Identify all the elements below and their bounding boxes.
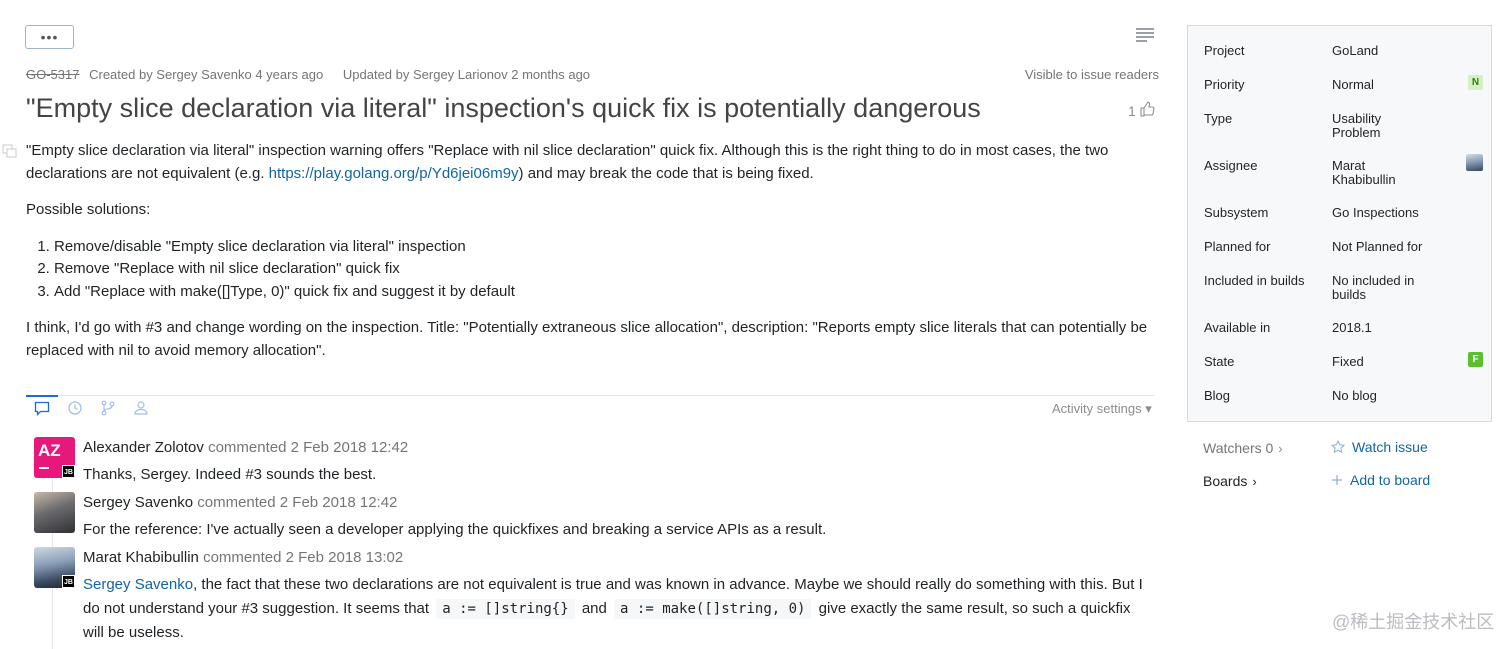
issue-fields-panel: Project GoLand Priority Normal N Type Us… xyxy=(1187,25,1492,422)
comment-body: For the reference: I've actually seen a … xyxy=(83,521,827,538)
chevron-right-icon: › xyxy=(1278,440,1283,456)
document-view-icon[interactable] xyxy=(1136,28,1154,42)
activity-tabs xyxy=(26,395,158,420)
comment-body: Thanks, Sergey. Indeed #3 sounds the bes… xyxy=(83,466,377,483)
activity-settings-dropdown[interactable]: Activity settings ▾ xyxy=(1052,401,1152,417)
comment-header: Sergey Savenko commented 2 Feb 2018 12:4… xyxy=(83,494,397,511)
history-icon xyxy=(68,401,82,415)
field-label: Subsystem xyxy=(1204,205,1269,220)
jetbrains-badge-icon: JB xyxy=(62,465,75,478)
boards-label: Boards xyxy=(1203,473,1248,489)
field-value[interactable]: Not Planned for xyxy=(1332,240,1442,254)
comment-header: Marat Khabibullin commented 2 Feb 2018 1… xyxy=(83,549,403,566)
watch-issue-label: Watch issue xyxy=(1352,439,1428,455)
jetbrains-badge-icon: JB xyxy=(62,575,75,588)
created-info: Created by Sergey Savenko 4 years ago xyxy=(89,67,324,82)
assignee-avatar xyxy=(1466,154,1483,171)
playground-link[interactable]: https://play.golang.org/p/Yd6jei06m9y xyxy=(269,165,519,182)
inline-code: a := make([]string, 0) xyxy=(614,598,812,619)
field-value[interactable]: Marat Khabibullin xyxy=(1332,159,1412,187)
field-value[interactable]: GoLand xyxy=(1332,44,1442,58)
star-icon xyxy=(1331,440,1345,454)
person-icon xyxy=(134,401,148,415)
avatar-underline xyxy=(39,467,49,469)
comment-author[interactable]: Alexander Zolotov xyxy=(83,439,204,456)
add-to-board-label: Add to board xyxy=(1350,472,1431,488)
tab-vcs[interactable] xyxy=(92,396,124,420)
comment-author[interactable]: Sergey Savenko xyxy=(83,494,193,511)
branch-icon xyxy=(101,400,115,416)
like-button[interactable]: 1 xyxy=(1128,101,1155,120)
field-value[interactable]: Normal xyxy=(1332,78,1442,92)
comment-gutter-icon[interactable] xyxy=(2,144,17,159)
field-label: Type xyxy=(1204,111,1233,126)
field-label: Included in builds xyxy=(1204,273,1305,288)
issue-title: "Empty slice declaration via literal" in… xyxy=(26,93,981,123)
field-value[interactable]: 2018.1 xyxy=(1332,321,1442,335)
comment-body: Sergey Savenko, the fact that these two … xyxy=(83,573,1143,645)
comment-author[interactable]: Marat Khabibullin xyxy=(83,549,199,566)
description-paragraph: Possible solutions: xyxy=(26,201,151,218)
issue-meta: GO-5317 Created by Sergey Savenko 4 year… xyxy=(26,67,590,82)
field-label: Project xyxy=(1204,43,1245,58)
boards-link[interactable]: Boards › xyxy=(1203,473,1257,489)
issue-description: "Empty slice declaration via literal" in… xyxy=(26,140,1156,376)
tab-history[interactable] xyxy=(59,396,91,420)
user-mention-link[interactable]: Sergey Savenko xyxy=(83,576,193,593)
list-item: Add "Replace with make([]Type, 0)" quick… xyxy=(54,281,1156,304)
field-value[interactable]: No included in builds xyxy=(1332,274,1432,302)
field-label: Planned for xyxy=(1204,239,1271,254)
field-value[interactable]: Go Inspections xyxy=(1332,206,1442,220)
comment-timestamp[interactable]: commented 2 Feb 2018 12:42 xyxy=(208,439,408,456)
solutions-list: Remove/disable "Empty slice declaration … xyxy=(54,236,1156,304)
tab-comments[interactable] xyxy=(26,395,58,419)
avatar[interactable] xyxy=(34,492,75,533)
description-text: ) and may break the code that is being f… xyxy=(518,164,814,182)
field-label: State xyxy=(1204,354,1235,369)
field-value[interactable]: No blog xyxy=(1332,389,1442,403)
watchers-link[interactable]: Watchers 0 › xyxy=(1203,440,1283,456)
field-label: Priority xyxy=(1204,77,1245,92)
state-badge: F xyxy=(1468,352,1483,367)
visibility-selector[interactable]: Visible to issue readers xyxy=(1025,67,1159,82)
comment-icon xyxy=(34,401,50,416)
avatar[interactable]: JB xyxy=(34,547,75,588)
comment-timestamp[interactable]: commented 2 Feb 2018 12:42 xyxy=(197,494,397,511)
chevron-right-icon: › xyxy=(1252,473,1257,489)
description-paragraph: I think, I'd go with #3 and change wordi… xyxy=(26,319,1148,359)
more-actions-button[interactable]: ••• xyxy=(25,25,74,49)
field-label: Available in xyxy=(1204,320,1271,335)
avatar[interactable]: AZ JB xyxy=(34,437,75,478)
comment-header: Alexander Zolotov commented 2 Feb 2018 1… xyxy=(83,439,408,456)
updated-info: Updated by Sergey Larionov 2 months ago xyxy=(342,67,591,82)
field-value[interactable]: Usability Problem xyxy=(1332,112,1412,140)
description-paragraph: "Empty slice declaration via literal" in… xyxy=(26,140,1156,185)
comment-timestamp[interactable]: commented 2 Feb 2018 13:02 xyxy=(203,549,403,566)
issue-id[interactable]: GO-5317 xyxy=(26,67,79,82)
like-count: 1 xyxy=(1128,102,1136,119)
inline-code: a := []string{} xyxy=(436,598,575,619)
watchers-label: Watchers 0 xyxy=(1203,440,1274,456)
watch-issue-button[interactable]: Watch issue xyxy=(1331,439,1428,455)
watermark: @稀土掘金技术社区 xyxy=(1332,612,1495,632)
activity-divider xyxy=(26,395,1154,396)
plus-icon xyxy=(1332,475,1342,485)
add-to-board-button[interactable]: Add to board xyxy=(1331,472,1430,488)
tab-work-items[interactable] xyxy=(125,396,157,420)
field-label: Assignee xyxy=(1204,158,1258,173)
list-item: Remove/disable "Empty slice declaration … xyxy=(54,236,1156,259)
field-value[interactable]: Fixed xyxy=(1332,355,1442,369)
thumbs-up-icon xyxy=(1139,101,1155,120)
field-label: Blog xyxy=(1204,388,1231,403)
comment-text: and xyxy=(581,599,607,617)
list-item: Remove "Replace with nil slice declarati… xyxy=(54,258,1156,281)
avatar-initials: AZ xyxy=(38,441,61,460)
priority-badge: N xyxy=(1468,75,1483,90)
